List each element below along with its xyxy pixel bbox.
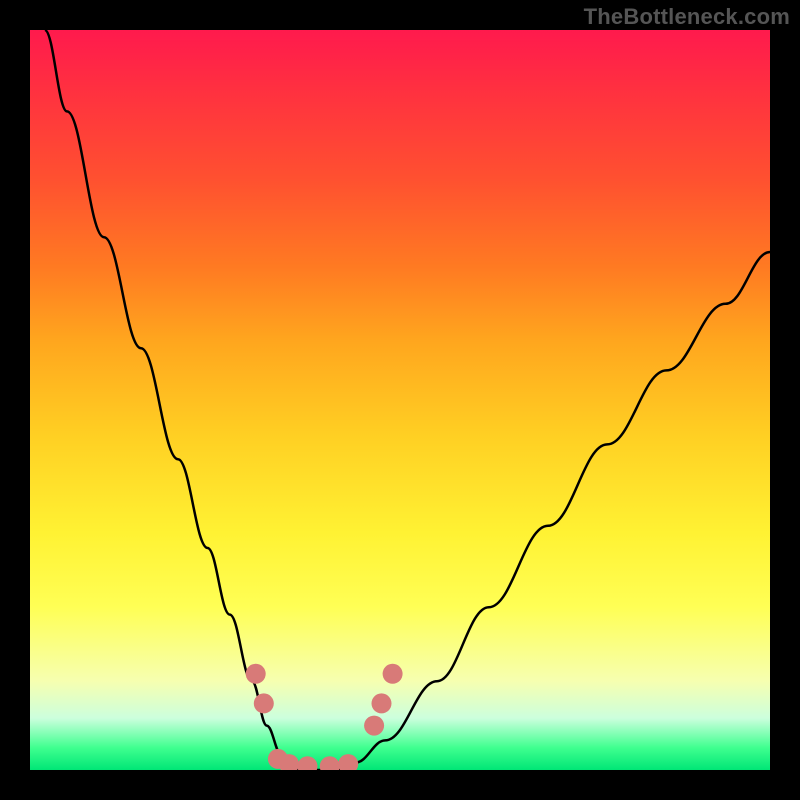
- floor-dot-5: [338, 754, 358, 770]
- bottleneck-curve: [45, 30, 770, 770]
- plot-area: [30, 30, 770, 770]
- chart-svg: [30, 30, 770, 770]
- right-upper-dot-2: [372, 693, 392, 713]
- right-upper-dot-1: [364, 716, 384, 736]
- floor-dot-4: [320, 756, 340, 770]
- right-upper-dot-3: [383, 664, 403, 684]
- chart-frame: TheBottleneck.com: [0, 0, 800, 800]
- marker-group: [246, 664, 403, 770]
- floor-dot-3: [298, 756, 318, 770]
- left-upper-dot-1: [246, 664, 266, 684]
- left-upper-dot-2: [254, 693, 274, 713]
- watermark-text: TheBottleneck.com: [584, 4, 790, 30]
